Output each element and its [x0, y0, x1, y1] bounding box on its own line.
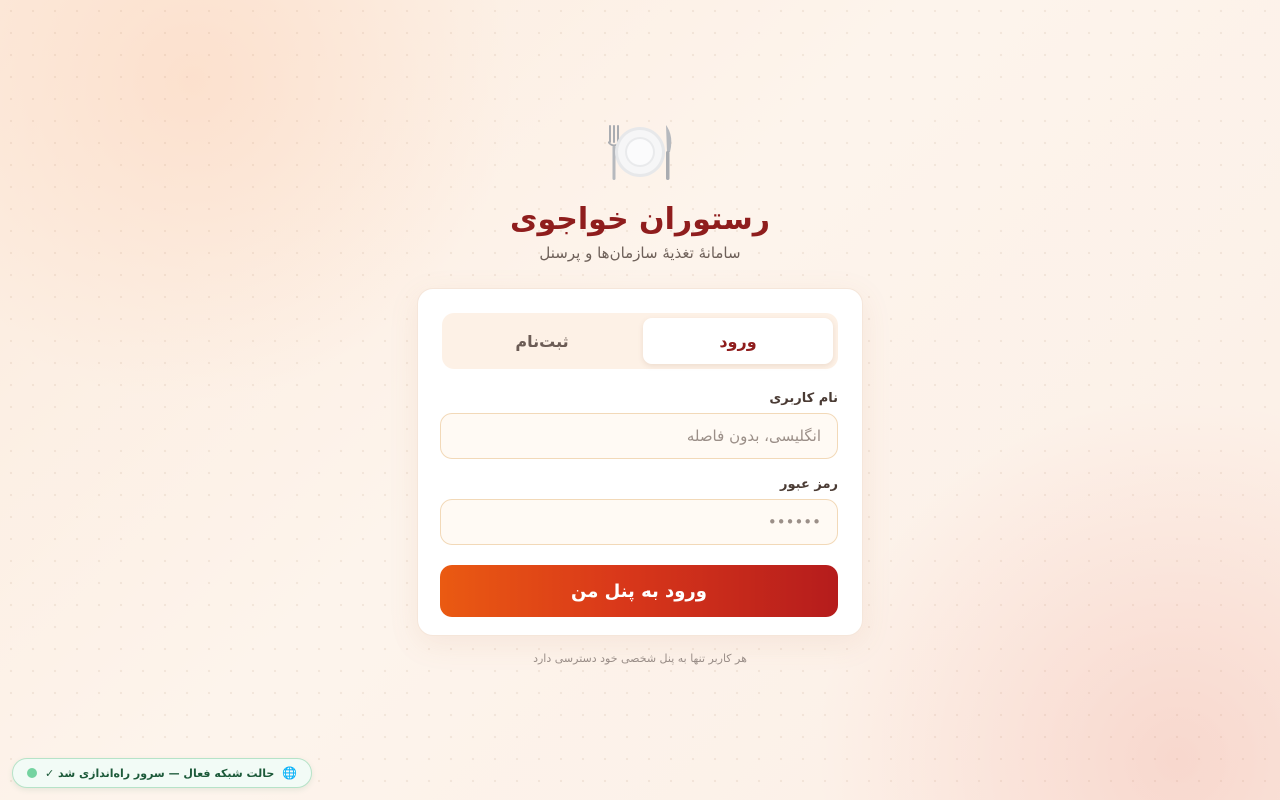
network-status-text: حالت شبکه فعال — سرور راه‌اندازی شد ✓ [45, 766, 275, 780]
access-note: هر کاربر تنها به پنل شخصی خود دسترسی دار… [533, 652, 747, 665]
network-status-badge: 🌐 حالت شبکه فعال — سرور راه‌اندازی شد ✓ [12, 758, 313, 788]
password-label: رمز عبور [780, 477, 838, 492]
login-submit-button[interactable]: ورود به پنل من [440, 565, 838, 617]
tab-register[interactable]: ثبت‌نام [447, 318, 637, 364]
status-dot-icon [27, 768, 37, 778]
brand-header: رستوران خواجوی سامانهٔ تغذیهٔ سازمان‌ها … [0, 122, 1280, 264]
tab-login[interactable]: ورود [643, 318, 833, 364]
page-title: رستوران خواجوی [509, 202, 771, 237]
username-label: نام کاربری [769, 391, 838, 406]
login-card: ورود ثبت‌نام نام کاربری رمز عبور ورود به… [417, 288, 863, 636]
page-subtitle: سامانهٔ تغذیهٔ سازمان‌ها و پرسنل [539, 244, 741, 262]
globe-icon: 🌐 [282, 766, 298, 780]
password-input[interactable] [440, 499, 838, 545]
username-input[interactable] [440, 413, 838, 459]
plate-fork-knife-icon [604, 122, 676, 186]
auth-tabs: ورود ثبت‌نام [442, 313, 838, 369]
